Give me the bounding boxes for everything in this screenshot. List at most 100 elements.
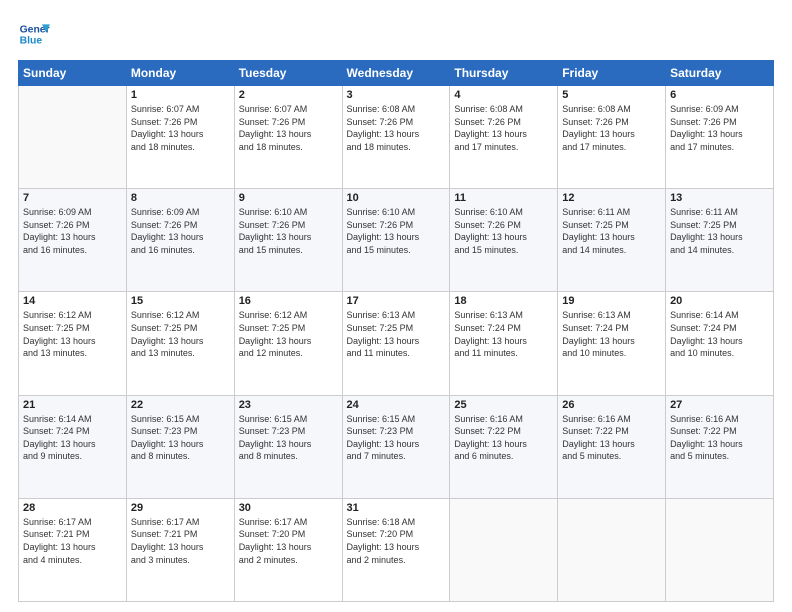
day-info: Sunrise: 6:11 AM Sunset: 7:25 PM Dayligh… [562, 206, 661, 256]
svg-text:Blue: Blue [20, 36, 43, 47]
calendar-day-cell: 16Sunrise: 6:12 AM Sunset: 7:25 PM Dayli… [234, 292, 342, 395]
day-info: Sunrise: 6:14 AM Sunset: 7:24 PM Dayligh… [23, 413, 122, 463]
day-info: Sunrise: 6:16 AM Sunset: 7:22 PM Dayligh… [670, 413, 769, 463]
calendar-day-cell: 17 Sunrise: 6:13 AM Sunset: 7:25 PM Dayli… [342, 292, 450, 395]
day-info: Sunrise: 6:10 AM Sunset: 7:26 PM Dayligh… [239, 206, 338, 256]
calendar-day-cell [450, 498, 558, 601]
day-number: 23 [239, 399, 338, 411]
day-info: Sunrise: 6:08 AM Sunset: 7:26 PM Dayligh… [454, 103, 553, 153]
day-number: 29 [131, 502, 230, 514]
calendar-week-row: 28 Sunrise: 6:17 AM Sunset: 7:21 PM Dayli… [19, 498, 774, 601]
weekday-header: Friday [558, 61, 666, 86]
calendar-day-cell: 3 Sunrise: 6:08 AM Sunset: 7:26 PM Daylig… [342, 86, 450, 189]
calendar-day-cell: 6 Sunrise: 6:09 AM Sunset: 7:26 PM Daylig… [666, 86, 774, 189]
calendar-week-row: 21 Sunrise: 6:14 AM Sunset: 7:24 PM Dayli… [19, 395, 774, 498]
calendar-table: SundayMondayTuesdayWednesdayThursdayFrid… [18, 60, 774, 602]
day-number: 31 [347, 502, 446, 514]
weekday-header: Wednesday [342, 61, 450, 86]
day-number: 6 [670, 89, 769, 101]
day-number: 3 [347, 89, 446, 101]
day-info: Sunrise: 6:15 AM Sunset: 7:23 PM Dayligh… [131, 413, 230, 463]
day-info: Sunrise: 6:08 AM Sunset: 7:26 PM Dayligh… [347, 103, 446, 153]
calendar-day-cell: 20 Sunrise: 6:14 AM Sunset: 7:24 PM Dayli… [666, 292, 774, 395]
calendar-day-cell: 1Sunrise: 6:07 AM Sunset: 7:26 PM Daylig… [126, 86, 234, 189]
calendar-day-cell: 24Sunrise: 6:15 AM Sunset: 7:23 PM Dayli… [342, 395, 450, 498]
day-info: Sunrise: 6:17 AM Sunset: 7:21 PM Dayligh… [23, 516, 122, 566]
weekday-header: Monday [126, 61, 234, 86]
day-info: Sunrise: 6:13 AM Sunset: 7:25 PM Dayligh… [347, 309, 446, 359]
day-info: Sunrise: 6:07 AM Sunset: 7:26 PM Dayligh… [239, 103, 338, 153]
day-number: 5 [562, 89, 661, 101]
calendar-day-cell [666, 498, 774, 601]
day-number: 19 [562, 295, 661, 307]
day-info: Sunrise: 6:10 AM Sunset: 7:26 PM Dayligh… [347, 206, 446, 256]
page-header: General Blue [18, 18, 774, 50]
calendar-week-row: 7 Sunrise: 6:09 AM Sunset: 7:26 PM Daylig… [19, 189, 774, 292]
day-number: 18 [454, 295, 553, 307]
day-number: 22 [131, 399, 230, 411]
day-number: 7 [23, 192, 122, 204]
calendar-header-row: SundayMondayTuesdayWednesdayThursdayFrid… [19, 61, 774, 86]
calendar-day-cell: 21 Sunrise: 6:14 AM Sunset: 7:24 PM Dayli… [19, 395, 127, 498]
calendar-day-cell: 8Sunrise: 6:09 AM Sunset: 7:26 PM Daylig… [126, 189, 234, 292]
day-number: 11 [454, 192, 553, 204]
calendar-day-cell: 18 Sunrise: 6:13 AM Sunset: 7:24 PM Dayli… [450, 292, 558, 395]
day-info: Sunrise: 6:14 AM Sunset: 7:24 PM Dayligh… [670, 309, 769, 359]
calendar-day-cell: 2 Sunrise: 6:07 AM Sunset: 7:26 PM Daylig… [234, 86, 342, 189]
calendar-day-cell: 15 Sunrise: 6:12 AM Sunset: 7:25 PM Dayli… [126, 292, 234, 395]
calendar-day-cell: 26 Sunrise: 6:16 AM Sunset: 7:22 PM Dayli… [558, 395, 666, 498]
calendar-week-row: 1Sunrise: 6:07 AM Sunset: 7:26 PM Daylig… [19, 86, 774, 189]
calendar-day-cell: 14Sunrise: 6:12 AM Sunset: 7:25 PM Dayli… [19, 292, 127, 395]
day-info: Sunrise: 6:10 AM Sunset: 7:26 PM Dayligh… [454, 206, 553, 256]
calendar-day-cell [558, 498, 666, 601]
day-info: Sunrise: 6:09 AM Sunset: 7:26 PM Dayligh… [23, 206, 122, 256]
calendar-day-cell: 5 Sunrise: 6:08 AM Sunset: 7:26 PM Daylig… [558, 86, 666, 189]
day-info: Sunrise: 6:09 AM Sunset: 7:26 PM Dayligh… [131, 206, 230, 256]
day-info: Sunrise: 6:09 AM Sunset: 7:26 PM Dayligh… [670, 103, 769, 153]
calendar-day-cell: 23 Sunrise: 6:15 AM Sunset: 7:23 PM Dayli… [234, 395, 342, 498]
calendar-day-cell: 7 Sunrise: 6:09 AM Sunset: 7:26 PM Daylig… [19, 189, 127, 292]
day-info: Sunrise: 6:13 AM Sunset: 7:24 PM Dayligh… [562, 309, 661, 359]
day-info: Sunrise: 6:12 AM Sunset: 7:25 PM Dayligh… [131, 309, 230, 359]
calendar-day-cell: 19 Sunrise: 6:13 AM Sunset: 7:24 PM Dayli… [558, 292, 666, 395]
day-number: 26 [562, 399, 661, 411]
day-number: 28 [23, 502, 122, 514]
weekday-header: Saturday [666, 61, 774, 86]
calendar-day-cell: 9 Sunrise: 6:10 AM Sunset: 7:26 PM Daylig… [234, 189, 342, 292]
day-number: 30 [239, 502, 338, 514]
calendar-day-cell: 29 Sunrise: 6:17 AM Sunset: 7:21 PM Dayli… [126, 498, 234, 601]
day-info: Sunrise: 6:12 AM Sunset: 7:25 PM Dayligh… [239, 309, 338, 359]
day-info: Sunrise: 6:16 AM Sunset: 7:22 PM Dayligh… [454, 413, 553, 463]
day-number: 21 [23, 399, 122, 411]
day-info: Sunrise: 6:18 AM Sunset: 7:20 PM Dayligh… [347, 516, 446, 566]
calendar-day-cell: 25 Sunrise: 6:16 AM Sunset: 7:22 PM Dayli… [450, 395, 558, 498]
day-number: 20 [670, 295, 769, 307]
weekday-header: Thursday [450, 61, 558, 86]
calendar-day-cell: 28 Sunrise: 6:17 AM Sunset: 7:21 PM Dayli… [19, 498, 127, 601]
day-number: 2 [239, 89, 338, 101]
day-info: Sunrise: 6:15 AM Sunset: 7:23 PM Dayligh… [239, 413, 338, 463]
weekday-header: Tuesday [234, 61, 342, 86]
weekday-header: Sunday [19, 61, 127, 86]
calendar-day-cell: 10Sunrise: 6:10 AM Sunset: 7:26 PM Dayli… [342, 189, 450, 292]
day-number: 25 [454, 399, 553, 411]
calendar-day-cell: 12 Sunrise: 6:11 AM Sunset: 7:25 PM Dayli… [558, 189, 666, 292]
day-info: Sunrise: 6:12 AM Sunset: 7:25 PM Dayligh… [23, 309, 122, 359]
day-info: Sunrise: 6:08 AM Sunset: 7:26 PM Dayligh… [562, 103, 661, 153]
day-info: Sunrise: 6:17 AM Sunset: 7:21 PM Dayligh… [131, 516, 230, 566]
day-number: 17 [347, 295, 446, 307]
day-info: Sunrise: 6:17 AM Sunset: 7:20 PM Dayligh… [239, 516, 338, 566]
day-info: Sunrise: 6:16 AM Sunset: 7:22 PM Dayligh… [562, 413, 661, 463]
day-number: 12 [562, 192, 661, 204]
day-info: Sunrise: 6:15 AM Sunset: 7:23 PM Dayligh… [347, 413, 446, 463]
day-number: 9 [239, 192, 338, 204]
day-info: Sunrise: 6:07 AM Sunset: 7:26 PM Dayligh… [131, 103, 230, 153]
calendar-day-cell: 4Sunrise: 6:08 AM Sunset: 7:26 PM Daylig… [450, 86, 558, 189]
calendar-day-cell: 11 Sunrise: 6:10 AM Sunset: 7:26 PM Dayli… [450, 189, 558, 292]
day-info: Sunrise: 6:13 AM Sunset: 7:24 PM Dayligh… [454, 309, 553, 359]
day-number: 27 [670, 399, 769, 411]
day-number: 15 [131, 295, 230, 307]
calendar-day-cell: 31 Sunrise: 6:18 AM Sunset: 7:20 PM Dayli… [342, 498, 450, 601]
calendar-day-cell: 30 Sunrise: 6:17 AM Sunset: 7:20 PM Dayli… [234, 498, 342, 601]
logo-icon: General Blue [18, 18, 50, 50]
